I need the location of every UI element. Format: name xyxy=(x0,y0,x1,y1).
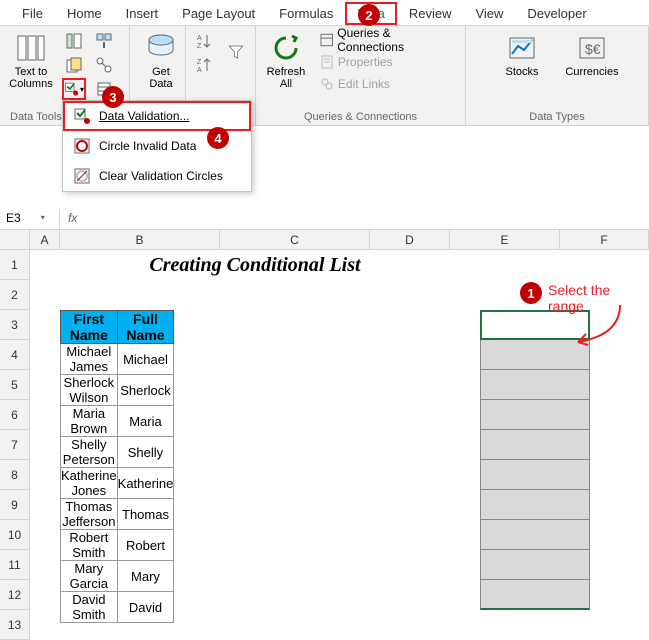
cell-full-name[interactable]: Maria xyxy=(117,406,174,437)
table-row[interactable]: Mary GarciaMary xyxy=(61,561,174,592)
table-row[interactable]: Thomas JeffersonThomas xyxy=(61,499,174,530)
tab-insert[interactable]: Insert xyxy=(114,2,171,25)
svg-text:Z: Z xyxy=(197,43,202,50)
name-box[interactable]: E3▾ xyxy=(0,209,60,227)
col-head-a[interactable]: A xyxy=(30,230,60,249)
table-row[interactable]: Michael JamesMichael xyxy=(61,344,174,375)
table-row[interactable]: Robert SmithRobert xyxy=(61,530,174,561)
tab-file[interactable]: File xyxy=(10,2,55,25)
table-row[interactable]: David SmithDavid xyxy=(61,592,174,623)
fx-icon[interactable]: fx xyxy=(60,211,85,225)
svg-text:$€: $€ xyxy=(585,41,601,57)
tab-page-layout[interactable]: Page Layout xyxy=(170,2,267,25)
sort-asc-button[interactable]: AZ xyxy=(192,30,216,52)
svg-text:Z: Z xyxy=(197,59,202,66)
cell-full-name[interactable]: Shelly xyxy=(117,437,174,468)
row-head[interactable]: 5 xyxy=(0,370,30,400)
tab-formulas[interactable]: Formulas xyxy=(267,2,345,25)
selected-range[interactable] xyxy=(480,310,590,610)
col-head-e[interactable]: E xyxy=(450,230,560,249)
row-head[interactable]: 1 xyxy=(0,250,30,280)
remove-duplicates-button[interactable] xyxy=(62,54,86,76)
cell-first-name[interactable]: Sherlock Wilson xyxy=(61,375,118,406)
cell-first-name[interactable]: Shelly Peterson xyxy=(61,437,118,468)
refresh-all-button[interactable]: Refresh All xyxy=(262,30,310,94)
spreadsheet-grid[interactable]: A B C D E F 12345678910111213 Creating C… xyxy=(0,230,649,250)
row-head[interactable]: 3 xyxy=(0,310,30,340)
group-label-queries: Queries & Connections xyxy=(262,109,459,123)
ribbon-tabs: File Home Insert Page Layout Formulas Da… xyxy=(0,0,649,26)
text-to-columns-button[interactable]: Text to Columns xyxy=(6,30,56,100)
table-row[interactable]: Maria BrownMaria xyxy=(61,406,174,437)
cell-first-name[interactable]: Thomas Jefferson xyxy=(61,499,118,530)
col-head-c[interactable]: C xyxy=(220,230,370,249)
formula-bar: E3▾ fx xyxy=(0,206,649,230)
cell-full-name[interactable]: Katherine xyxy=(117,468,174,499)
col-head-b[interactable]: B xyxy=(60,230,220,249)
flash-fill-button[interactable] xyxy=(62,30,86,52)
sheet-title: Creating Conditional List xyxy=(60,250,450,280)
queries-connections-button[interactable]: Queries & Connections xyxy=(316,30,459,50)
callout-badge-4: 4 xyxy=(207,127,229,149)
svg-text:A: A xyxy=(197,67,202,74)
sort-desc-button[interactable]: ZA xyxy=(192,54,216,76)
select-all-corner[interactable] xyxy=(0,230,30,249)
cell-first-name[interactable]: Michael James xyxy=(61,344,118,375)
tab-developer[interactable]: Developer xyxy=(515,2,598,25)
header-full-name[interactable]: Full Name xyxy=(117,311,174,344)
cell-full-name[interactable]: Robert xyxy=(117,530,174,561)
edit-links-button: Edit Links xyxy=(316,74,459,94)
table-row[interactable]: Sherlock WilsonSherlock xyxy=(61,375,174,406)
callout-badge-2: 2 xyxy=(358,4,380,26)
cell-full-name[interactable]: Mary xyxy=(117,561,174,592)
row-head[interactable]: 10 xyxy=(0,520,30,550)
cell-first-name[interactable]: Robert Smith xyxy=(61,530,118,561)
col-head-d[interactable]: D xyxy=(370,230,450,249)
cell-first-name[interactable]: David Smith xyxy=(61,592,118,623)
chevron-down-icon[interactable]: ▾ xyxy=(21,213,45,222)
callout-badge-1: 1 xyxy=(520,282,542,304)
cell-first-name[interactable]: Katherine Jones xyxy=(61,468,118,499)
svg-text:A: A xyxy=(197,35,202,42)
relationships-button[interactable] xyxy=(92,54,116,76)
cell-first-name[interactable]: Maria Brown xyxy=(61,406,118,437)
col-head-f[interactable]: F xyxy=(560,230,649,249)
row-head[interactable]: 8 xyxy=(0,460,30,490)
tab-review[interactable]: Review xyxy=(397,2,464,25)
group-label-data-types: Data Types xyxy=(472,109,642,123)
tab-home[interactable]: Home xyxy=(55,2,114,25)
row-head[interactable]: 4 xyxy=(0,340,30,370)
consolidate-button[interactable] xyxy=(92,30,116,52)
stocks-button[interactable]: Stocks xyxy=(497,30,547,78)
table-row[interactable]: Katherine JonesKatherine xyxy=(61,468,174,499)
row-head[interactable]: 11 xyxy=(0,550,30,580)
row-head[interactable]: 6 xyxy=(0,400,30,430)
menu-clear-circles[interactable]: Clear Validation Circles xyxy=(63,161,251,191)
table-row[interactable]: Shelly PetersonShelly xyxy=(61,437,174,468)
tab-view[interactable]: View xyxy=(463,2,515,25)
filter-button[interactable] xyxy=(222,30,249,74)
data-table: First Name Full Name Michael JamesMichae… xyxy=(60,310,174,623)
properties-button: Properties xyxy=(316,52,459,72)
menu-data-validation[interactable]: Data Validation... xyxy=(63,101,251,131)
row-head[interactable]: 2 xyxy=(0,280,30,310)
cell-full-name[interactable]: Michael xyxy=(117,344,174,375)
currencies-button[interactable]: $€ Currencies xyxy=(567,30,617,78)
header-first-name[interactable]: First Name xyxy=(61,311,118,344)
callout-badge-3: 3 xyxy=(102,86,124,108)
cell-full-name[interactable]: Thomas xyxy=(117,499,174,530)
get-data-button[interactable]: Get Data xyxy=(136,30,186,90)
row-head[interactable]: 9 xyxy=(0,490,30,520)
cell-first-name[interactable]: Mary Garcia xyxy=(61,561,118,592)
cell-full-name[interactable]: Sherlock xyxy=(117,375,174,406)
row-head[interactable]: 12 xyxy=(0,580,30,610)
data-validation-button[interactable]: ▾ xyxy=(62,78,86,100)
row-head[interactable]: 7 xyxy=(0,430,30,460)
cell-full-name[interactable]: David xyxy=(117,592,174,623)
